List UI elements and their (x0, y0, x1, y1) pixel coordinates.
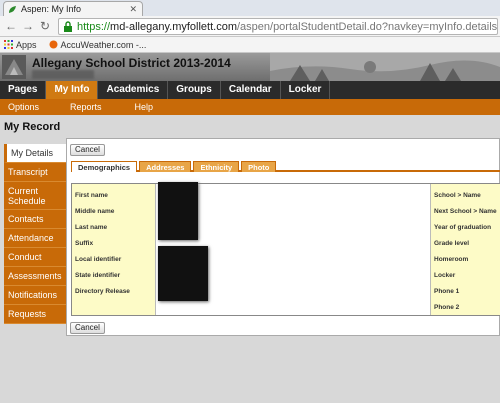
label-school-name: School > Name (434, 192, 481, 199)
district-logo-icon (2, 55, 26, 79)
apps-grid-icon (4, 40, 13, 49)
back-icon[interactable]: ← (4, 19, 18, 33)
label-year-of-graduation: Year of graduation (434, 224, 492, 231)
tab-addresses[interactable]: Addresses (139, 161, 192, 172)
browser-tab[interactable]: Aspen: My Info ✕ (3, 1, 143, 16)
demographics-detail: First name Middle name Last name Suffix … (71, 182, 500, 316)
sidemenu-requests[interactable]: Requests (4, 305, 66, 324)
address-bar: ← → ↻ https://md-allegany.myfollett.com /… (0, 16, 500, 37)
right-field-labels: School > Name Next School > Name Year of… (430, 184, 500, 315)
bookmark-accuweather-label: AccuWeather.com -... (60, 39, 147, 50)
nav-locker[interactable]: Locker (281, 81, 331, 99)
district-title: Allegany School District 2013-2014 (32, 56, 231, 70)
nav-pages[interactable]: Pages (0, 81, 47, 99)
accuweather-icon (49, 40, 58, 49)
sidemenu-current-schedule[interactable]: Current Schedule (4, 182, 66, 210)
record-panel: Cancel Demographics Addresses Ethnicity … (66, 138, 500, 336)
label-first-name: First name (75, 192, 108, 199)
browser-tabstrip: Aspen: My Info ✕ (0, 0, 500, 16)
detail-subtabs: Demographics Addresses Ethnicity Photo (71, 161, 500, 172)
bookmark-apps[interactable]: Apps (4, 40, 37, 50)
url-input[interactable]: https://md-allegany.myfollett.com/aspen/… (58, 18, 498, 35)
cancel-button-bottom[interactable]: Cancel (70, 322, 105, 334)
sidemenu-contacts[interactable]: Contacts (4, 210, 66, 229)
sub-nav: Options Reports Help (0, 99, 500, 115)
redacted-identifier-values (158, 246, 208, 301)
page-title: My Record (4, 121, 61, 133)
cancel-button-top[interactable]: Cancel (70, 144, 105, 156)
label-next-school-name: Next School > Name (434, 208, 497, 215)
label-phone-2: Phone 2 (434, 304, 460, 311)
side-menu: My Details Transcript Current Schedule C… (4, 144, 66, 324)
subnav-options[interactable]: Options (8, 99, 39, 115)
reload-icon[interactable]: ↻ (38, 19, 52, 33)
label-homeroom: Homeroom (434, 256, 469, 263)
nav-calendar[interactable]: Calendar (221, 81, 281, 99)
label-locker: Locker (434, 272, 456, 279)
sidemenu-notifications[interactable]: Notifications (4, 286, 66, 305)
label-middle-name: Middle name (75, 208, 115, 215)
sidemenu-attendance[interactable]: Attendance (4, 229, 66, 248)
redacted-user-name (32, 70, 94, 79)
nav-academics[interactable]: Academics (98, 81, 169, 99)
bookmarks-bar: Apps AccuWeather.com -... (0, 37, 500, 53)
browser-tab-title: Aspen: My Info (21, 4, 82, 14)
label-last-name: Last name (75, 224, 108, 231)
label-suffix: Suffix (75, 240, 94, 247)
close-tab-icon[interactable]: ✕ (129, 4, 137, 15)
redacted-name-values (158, 182, 198, 240)
bookmark-apps-label: Apps (16, 39, 37, 50)
label-directory-release: Directory Release (75, 288, 130, 295)
left-field-labels: First name Middle name Last name Suffix … (72, 184, 156, 315)
subnav-reports[interactable]: Reports (70, 99, 102, 115)
header-scenery-image (270, 53, 500, 81)
bookmark-accuweather[interactable]: AccuWeather.com -... (49, 39, 147, 50)
tab-ethnicity[interactable]: Ethnicity (193, 161, 240, 172)
sidemenu-assessments[interactable]: Assessments (4, 267, 66, 286)
label-phone-1: Phone 1 (434, 288, 460, 295)
app-header: Allegany School District 2013-2014 (0, 53, 500, 81)
url-scheme: https:// (77, 20, 111, 33)
subnav-help[interactable]: Help (135, 99, 154, 115)
nav-my-info[interactable]: My Info (46, 81, 99, 99)
url-host: md-allegany.myfollett.com (110, 20, 237, 33)
nav-groups[interactable]: Groups (168, 81, 221, 99)
tab-photo[interactable]: Photo (241, 161, 277, 172)
forward-icon[interactable]: → (21, 19, 35, 33)
lock-icon (63, 21, 73, 32)
label-local-identifier: Local identifier (75, 256, 122, 263)
url-path: /aspen/portalStudentDetail.do?navkey=myI… (236, 20, 498, 33)
label-state-identifier: State identifier (75, 272, 121, 279)
sidemenu-conduct[interactable]: Conduct (4, 248, 66, 267)
sidemenu-my-details[interactable]: My Details (4, 144, 66, 163)
label-grade-level: Grade level (434, 240, 470, 247)
main-nav: Pages My Info Academics Groups Calendar … (0, 81, 500, 99)
aspen-favicon-icon (8, 5, 17, 14)
sidemenu-transcript[interactable]: Transcript (4, 163, 66, 182)
tab-demographics[interactable]: Demographics (71, 161, 138, 172)
